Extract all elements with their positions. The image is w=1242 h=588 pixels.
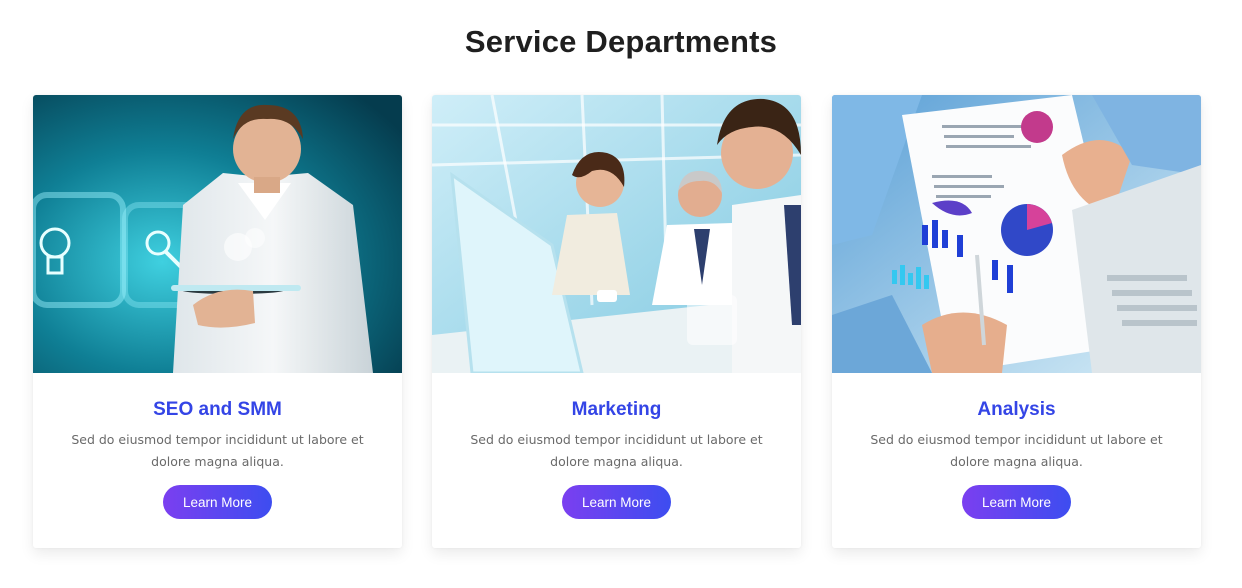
- man-holding-tablet-photo: [33, 95, 402, 373]
- learn-more-button[interactable]: Learn More: [163, 485, 272, 519]
- card-title: Marketing: [571, 399, 662, 420]
- card-image-marketing: [432, 95, 801, 373]
- service-card-analysis: Analysis Sed do eiusmod tempor incididun…: [832, 95, 1201, 548]
- business-meeting-photo: [432, 95, 801, 373]
- card-description: Sed do eiusmod tempor incididunt ut labo…: [870, 432, 1163, 469]
- card-description: Sed do eiusmod tempor incididunt ut labo…: [470, 432, 763, 469]
- card-title: Analysis: [977, 399, 1056, 420]
- card-title: SEO and SMM: [153, 399, 282, 420]
- service-card-seo: SEO and SMM Sed do eiusmod tempor incidi…: [33, 95, 402, 548]
- charts-and-laptop-photo: [832, 95, 1201, 373]
- card-description: Sed do eiusmod tempor incididunt ut labo…: [71, 432, 364, 469]
- card-image-analysis: [832, 95, 1201, 373]
- learn-more-button[interactable]: Learn More: [562, 485, 671, 519]
- card-image-seo: [33, 95, 402, 373]
- service-card-marketing: Marketing Sed do eiusmod tempor incididu…: [432, 95, 801, 548]
- section-title: Service Departments: [464, 24, 778, 59]
- learn-more-button[interactable]: Learn More: [962, 485, 1071, 519]
